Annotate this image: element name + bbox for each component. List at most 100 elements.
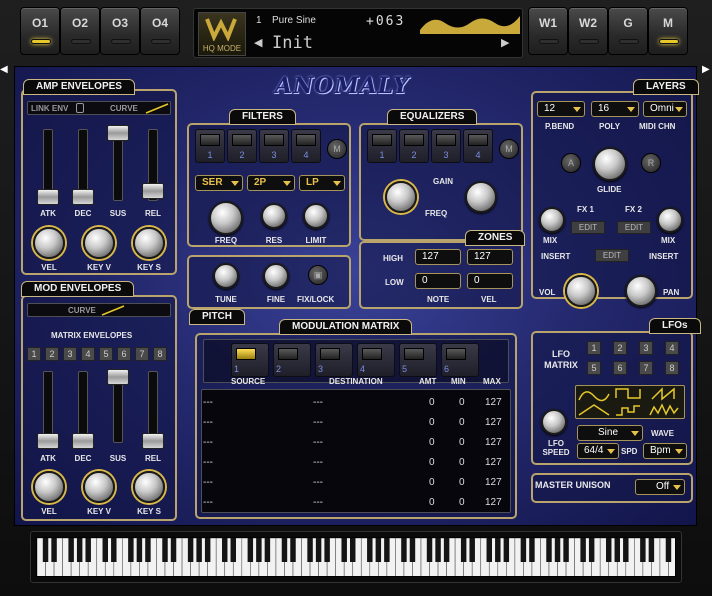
mod-rel-slider-handle[interactable] (142, 433, 164, 449)
matrix-row-max[interactable]: 127 (485, 397, 502, 408)
matrix-slot-4[interactable]: 4 (357, 343, 395, 377)
black-key[interactable] (623, 538, 629, 562)
black-key[interactable] (665, 538, 672, 562)
filter-slot-3[interactable]: 3 (259, 129, 289, 163)
amp-rel-slider-handle[interactable] (142, 183, 164, 199)
black-key[interactable] (367, 538, 373, 562)
mod-keys-knob[interactable] (133, 471, 165, 503)
eq-slot-4[interactable]: 4 (463, 129, 493, 163)
lfo-4-button[interactable]: 4 (665, 341, 679, 355)
matrix-row-amt[interactable]: 0 (429, 457, 435, 468)
g-button[interactable]: G (608, 7, 648, 55)
black-key[interactable] (68, 538, 74, 562)
glide-knob[interactable] (593, 147, 627, 181)
insert-edit-button[interactable]: EDIT (595, 249, 629, 262)
amp-keys-knob[interactable] (133, 227, 165, 259)
filter-m-button[interactable]: M (327, 139, 347, 159)
pitch-tune-knob[interactable] (213, 263, 239, 289)
black-key[interactable] (76, 538, 83, 562)
matrix-env-1-button[interactable]: 1 (27, 347, 41, 361)
matrix-row-max[interactable]: 127 (485, 477, 502, 488)
lock-icon[interactable] (76, 103, 84, 113)
black-key[interactable] (426, 538, 433, 562)
matrix-row-destination[interactable]: --- (313, 497, 323, 508)
matrix-row-destination[interactable]: --- (313, 457, 323, 468)
matrix-row-min[interactable]: 0 (459, 497, 465, 508)
black-key[interactable] (102, 538, 108, 562)
black-key[interactable] (554, 538, 561, 562)
eq-m-button[interactable]: M (499, 139, 519, 159)
filter-slot-1[interactable]: 1 (195, 129, 225, 163)
matrix-row-destination[interactable]: --- (313, 477, 323, 488)
black-key[interactable] (341, 538, 347, 562)
black-key[interactable] (230, 538, 236, 562)
zones-low-vel[interactable]: 0 (467, 273, 513, 289)
black-key[interactable] (128, 538, 134, 562)
filter-routing-select[interactable]: SER (195, 175, 243, 191)
lfo-5-button[interactable]: 5 (587, 361, 601, 375)
matrix-env-6-button[interactable]: 6 (117, 347, 131, 361)
prev-preset-icon[interactable]: ◀ (254, 36, 262, 49)
lfo-speed-knob[interactable] (541, 409, 567, 435)
eq-gain-knob[interactable] (465, 181, 497, 213)
lfo-3-button[interactable]: 3 (639, 341, 653, 355)
mod-vel-knob[interactable] (33, 471, 65, 503)
m-button[interactable]: M (648, 7, 688, 55)
mod-curve-icon[interactable] (100, 305, 126, 316)
black-key[interactable] (546, 538, 552, 562)
pan-knob[interactable] (625, 275, 657, 307)
hq-mode-button[interactable]: HQ MODE (198, 12, 246, 56)
matrix-slot-5[interactable]: 5 (399, 343, 437, 377)
matrix-env-7-button[interactable]: 7 (135, 347, 149, 361)
black-key[interactable] (588, 538, 595, 562)
matrix-slot-6[interactable]: 6 (441, 343, 479, 377)
black-key[interactable] (51, 538, 57, 562)
filter-type-select[interactable]: LP (299, 175, 345, 191)
black-key[interactable] (503, 538, 510, 562)
matrix-row-destination[interactable]: --- (313, 417, 323, 428)
black-key[interactable] (401, 538, 407, 562)
matrix-env-5-button[interactable]: 5 (99, 347, 113, 361)
mod-atk-slider-handle[interactable] (37, 433, 59, 449)
matrix-row-amt[interactable]: 0 (429, 397, 435, 408)
matrix-row-max[interactable]: 127 (485, 437, 502, 448)
osc-4-button[interactable]: O4 (140, 7, 180, 55)
fix-lock-icon[interactable]: ▣ (308, 265, 328, 285)
black-key[interactable] (443, 538, 450, 562)
matrix-env-2-button[interactable]: 2 (45, 347, 59, 361)
black-key[interactable] (580, 538, 586, 562)
scroll-left-icon[interactable]: ◀ (0, 64, 8, 84)
fx2-edit-button[interactable]: EDIT (617, 221, 651, 234)
vol-knob[interactable] (565, 275, 597, 307)
matrix-row-min[interactable]: 0 (459, 397, 465, 408)
black-key[interactable] (281, 538, 288, 562)
lfo-1-button[interactable]: 1 (587, 341, 601, 355)
amp-atk-slider-handle[interactable] (37, 189, 59, 205)
matrix-row-destination[interactable]: --- (313, 397, 323, 408)
black-key[interactable] (136, 538, 143, 562)
osc-1-button[interactable]: O1 (20, 7, 60, 55)
black-key[interactable] (350, 538, 356, 562)
glide-r-button[interactable]: R (641, 153, 661, 173)
w1-button[interactable]: W1 (528, 7, 568, 55)
black-key[interactable] (520, 538, 527, 562)
black-key[interactable] (606, 538, 612, 562)
midi-chn-select[interactable]: Omni (643, 101, 687, 117)
matrix-row-max[interactable]: 127 (485, 457, 502, 468)
black-key[interactable] (85, 538, 91, 562)
black-key[interactable] (204, 538, 211, 562)
lfo-speed-select[interactable]: 64/4 (577, 443, 619, 459)
matrix-row-min[interactable]: 0 (459, 477, 465, 488)
filter-slope-select[interactable]: 2P (247, 175, 295, 191)
matrix-row-amt[interactable]: 0 (429, 477, 435, 488)
matrix-row-destination[interactable]: --- (313, 437, 323, 448)
fx1-mix-knob[interactable] (539, 207, 565, 233)
filter-limit-knob[interactable] (303, 203, 329, 229)
lfo-2-button[interactable]: 2 (613, 341, 627, 355)
mod-keyv-knob[interactable] (83, 471, 115, 503)
piano-keyboard[interactable] (36, 537, 676, 577)
master-unison-select[interactable]: Off (635, 479, 685, 495)
matrix-row-source[interactable]: --- (203, 477, 213, 488)
lfo-8-button[interactable]: 8 (665, 361, 679, 375)
mod-sus-slider-handle[interactable] (107, 369, 129, 385)
